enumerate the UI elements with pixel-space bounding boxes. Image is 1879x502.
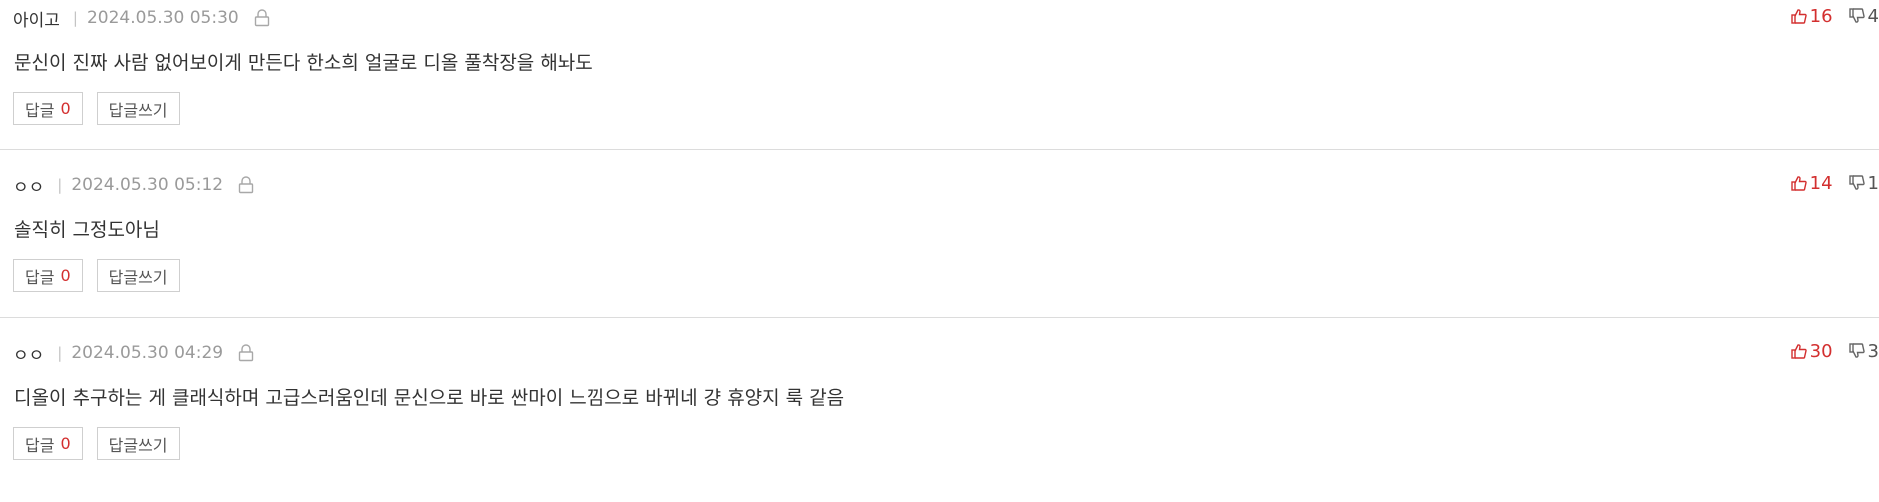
meta-separator: |	[57, 176, 63, 194]
write-reply-label: 답글쓰기	[108, 100, 168, 120]
reply-toggle-button[interactable]: 답글 0	[13, 92, 83, 125]
dislike-button[interactable]: 3	[1848, 340, 1879, 362]
comment-text: 솔직히 그정도아님	[14, 219, 160, 241]
comment-votes: 30 3	[1790, 338, 1879, 364]
reply-toggle-button[interactable]: 답글 0	[13, 427, 83, 460]
comment-votes: 14 1	[1790, 170, 1879, 196]
like-button[interactable]: 16	[1790, 5, 1833, 27]
write-reply-label: 답글쓰기	[108, 267, 168, 287]
comment-date: 2024.05.30 05:12	[71, 175, 224, 195]
write-reply-button[interactable]: 답글쓰기	[96, 92, 180, 125]
write-reply-button[interactable]: 답글쓰기	[96, 259, 180, 292]
like-button[interactable]: 14	[1790, 172, 1833, 194]
lock-icon[interactable]	[238, 344, 254, 362]
dislike-count: 3	[1867, 340, 1879, 362]
dislike-button[interactable]: 1	[1848, 172, 1879, 194]
comment-divider	[0, 149, 1879, 150]
comment-text: 디올이 추구하는 게 클래식하며 고급스러움인데 문신으로 바로 싼마이 느낌으…	[14, 387, 845, 409]
reply-label: 답글	[25, 100, 55, 120]
dislike-count: 1	[1867, 172, 1879, 194]
like-button[interactable]: 30	[1790, 340, 1833, 362]
comment-actions: 답글 0 답글쓰기	[13, 259, 194, 292]
comment-meta: 아이고 | 2024.05.30 05:30	[13, 6, 270, 31]
like-count: 30	[1809, 340, 1833, 362]
comment-item: 아이고 | 2024.05.30 05:30 16 4 문신이 진짜 사람 없어…	[0, 0, 1879, 167]
comment-divider	[0, 317, 1879, 318]
reply-label: 답글	[25, 435, 55, 455]
thumbs-up-icon	[1790, 344, 1807, 359]
reply-count: 0	[60, 99, 71, 118]
like-count: 16	[1809, 5, 1833, 27]
comment-meta: ㅇㅇ | 2024.05.30 05:12	[13, 173, 254, 198]
comment-text: 문신이 진짜 사람 없어보이게 만든다 한소희 얼굴로 디올 풀착장을 해놔도	[14, 52, 593, 74]
write-reply-label: 답글쓰기	[108, 435, 168, 455]
thumbs-up-icon	[1790, 9, 1807, 24]
thumbs-down-icon	[1848, 175, 1865, 190]
meta-separator: |	[57, 344, 63, 362]
comment-author[interactable]: ㅇㅇ	[13, 173, 44, 198]
dislike-count: 4	[1867, 5, 1879, 27]
like-count: 14	[1809, 172, 1833, 194]
comment-item: ㅇㅇ | 2024.05.30 04:29 30 3 디올이 추구하는 게 클래…	[0, 335, 1879, 502]
dislike-button[interactable]: 4	[1848, 5, 1879, 27]
comment-meta: ㅇㅇ | 2024.05.30 04:29	[13, 341, 254, 366]
write-reply-button[interactable]: 답글쓰기	[96, 427, 180, 460]
comment-votes: 16 4	[1790, 3, 1879, 29]
comment-date: 2024.05.30 04:29	[71, 343, 224, 363]
comment-date: 2024.05.30 05:30	[86, 8, 239, 28]
comment-author[interactable]: 아이고	[13, 6, 60, 31]
reply-toggle-button[interactable]: 답글 0	[13, 259, 83, 292]
comment-actions: 답글 0 답글쓰기	[13, 92, 194, 125]
comment-actions: 답글 0 답글쓰기	[13, 427, 194, 460]
lock-icon[interactable]	[254, 9, 270, 27]
thumbs-up-icon	[1790, 176, 1807, 191]
meta-separator: |	[72, 9, 78, 27]
comment-item: ㅇㅇ | 2024.05.30 05:12 14 1 솔직히 그정도아님 답글 …	[0, 167, 1879, 334]
lock-icon[interactable]	[238, 176, 254, 194]
thumbs-down-icon	[1848, 8, 1865, 23]
reply-label: 답글	[25, 267, 55, 287]
thumbs-down-icon	[1848, 343, 1865, 358]
reply-count: 0	[60, 266, 71, 285]
reply-count: 0	[60, 434, 71, 453]
comment-author[interactable]: ㅇㅇ	[13, 341, 44, 366]
